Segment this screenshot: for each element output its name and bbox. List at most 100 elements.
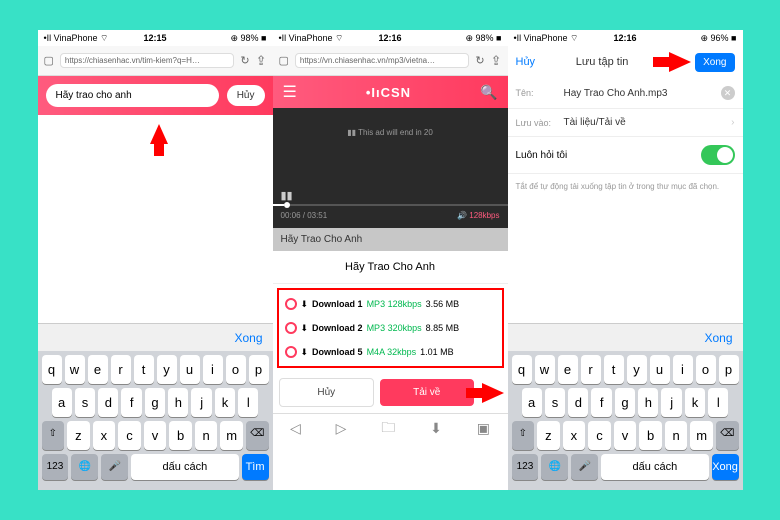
key-g[interactable]: g [615,388,635,417]
key-p[interactable]: p [719,355,739,384]
enter-key[interactable]: Tìm [242,454,269,480]
key-m[interactable]: m [690,421,713,450]
download-option[interactable]: ⬇Download 2 MP3 320kbps 8.85 MB [279,316,502,340]
kb-done[interactable]: Xong [234,331,262,345]
key-f[interactable]: f [591,388,611,417]
search-input[interactable] [46,84,219,107]
key-a[interactable]: a [522,388,542,417]
key-f[interactable]: f [121,388,141,417]
key-r[interactable]: r [111,355,131,384]
key-y[interactable]: y [627,355,647,384]
pause-icon[interactable]: ▮▮ [347,128,356,137]
downloads-icon[interactable]: ⬇ [430,420,442,437]
key-k[interactable]: k [685,388,705,417]
radio-icon[interactable] [285,346,297,358]
cancel-button[interactable]: Hủy [227,85,265,106]
url-bar[interactable]: https://vn.chiasenhac.vn/mp3/vietna… [295,53,469,68]
kb-done[interactable]: Xong [704,331,732,345]
refresh-icon[interactable]: ↻ [475,54,484,67]
key-u[interactable]: u [650,355,670,384]
mic-key[interactable]: 🎤 [101,454,128,480]
key-j[interactable]: j [661,388,681,417]
key-w[interactable]: w [535,355,555,384]
key-z[interactable]: z [537,421,560,450]
globe-key[interactable]: 🌐 [71,454,98,480]
cancel-button[interactable]: Hủy [279,378,375,407]
key-g[interactable]: g [145,388,165,417]
key-e[interactable]: e [558,355,578,384]
key-o[interactable]: o [226,355,246,384]
key-u[interactable]: u [180,355,200,384]
globe-key[interactable]: 🌐 [541,454,568,480]
mic-key[interactable]: 🎤 [571,454,598,480]
clear-icon[interactable]: ✕ [721,86,735,100]
key-z[interactable]: z [67,421,90,450]
key-t[interactable]: t [134,355,154,384]
key-n[interactable]: n [665,421,688,450]
download-option[interactable]: ⬇Download 5 M4A 32kbps 1.01 MB [279,340,502,364]
key-e[interactable]: e [88,355,108,384]
key-b[interactable]: b [169,421,192,450]
done-button[interactable]: Xong [695,53,734,72]
key-i[interactable]: i [673,355,693,384]
progress-bar[interactable] [273,204,508,206]
space-key[interactable]: dấu cách [601,454,709,480]
share-icon[interactable]: ⇪ [491,53,502,69]
search-icon[interactable]: 🔍 [480,84,497,101]
key-x[interactable]: x [93,421,116,450]
bookmarks-icon[interactable]: ▢ [44,54,54,67]
toggle-switch[interactable] [701,145,735,165]
forward-icon[interactable]: ▷ [336,420,347,437]
key-r[interactable]: r [581,355,601,384]
menu-icon[interactable]: ☰ [283,82,297,102]
radio-icon[interactable] [285,322,297,334]
bookmarks-icon[interactable]: ▢ [279,54,289,67]
key-x[interactable]: x [563,421,586,450]
key-s[interactable]: s [75,388,95,417]
save-location-field[interactable]: Lưu vào: Tài liệu/Tải về › [508,109,743,137]
key-t[interactable]: t [604,355,624,384]
key-v[interactable]: v [144,421,167,450]
key-y[interactable]: y [157,355,177,384]
key-c[interactable]: c [118,421,141,450]
key-k[interactable]: k [215,388,235,417]
shift-key[interactable]: ⇧ [42,421,65,450]
folder-icon[interactable]: 🗀 [381,417,395,441]
backspace-key[interactable]: ⌫ [246,421,269,450]
key-w[interactable]: w [65,355,85,384]
pause-icon[interactable]: ▮▮ [281,189,293,202]
filename-input[interactable]: Hay Trao Cho Anh.mp3 [564,88,713,99]
num-key[interactable]: 123 [42,454,69,480]
key-i[interactable]: i [203,355,223,384]
url-bar[interactable]: https://chiasenhac.vn/tim-kiem?q=H… [60,53,234,68]
key-l[interactable]: l [238,388,258,417]
download-button[interactable]: Tải về [380,379,474,406]
quality-badge[interactable]: 🔊 128kbps [457,211,499,220]
key-l[interactable]: l [708,388,728,417]
key-q[interactable]: q [512,355,532,384]
key-h[interactable]: h [168,388,188,417]
key-j[interactable]: j [191,388,211,417]
back-icon[interactable]: ◁ [290,420,301,437]
num-key[interactable]: 123 [512,454,539,480]
key-d[interactable]: d [98,388,118,417]
space-key[interactable]: dấu cách [131,454,239,480]
key-o[interactable]: o [696,355,716,384]
backspace-key[interactable]: ⌫ [716,421,739,450]
enter-key[interactable]: Xong [712,454,739,480]
key-d[interactable]: d [568,388,588,417]
key-q[interactable]: q [42,355,62,384]
key-p[interactable]: p [249,355,269,384]
key-a[interactable]: a [52,388,72,417]
refresh-icon[interactable]: ↻ [240,54,249,67]
tabs-icon[interactable]: ▣ [477,420,490,437]
key-m[interactable]: m [220,421,243,450]
filename-field[interactable]: Tên: Hay Trao Cho Anh.mp3 ✕ [508,78,743,109]
video-player[interactable]: ▮▮ This ad will end in 20 ▮▮ 00:06 / 03:… [273,108,508,228]
key-n[interactable]: n [195,421,218,450]
key-s[interactable]: s [545,388,565,417]
key-c[interactable]: c [588,421,611,450]
key-h[interactable]: h [638,388,658,417]
radio-icon[interactable] [285,298,297,310]
share-icon[interactable]: ⇪ [256,53,267,69]
